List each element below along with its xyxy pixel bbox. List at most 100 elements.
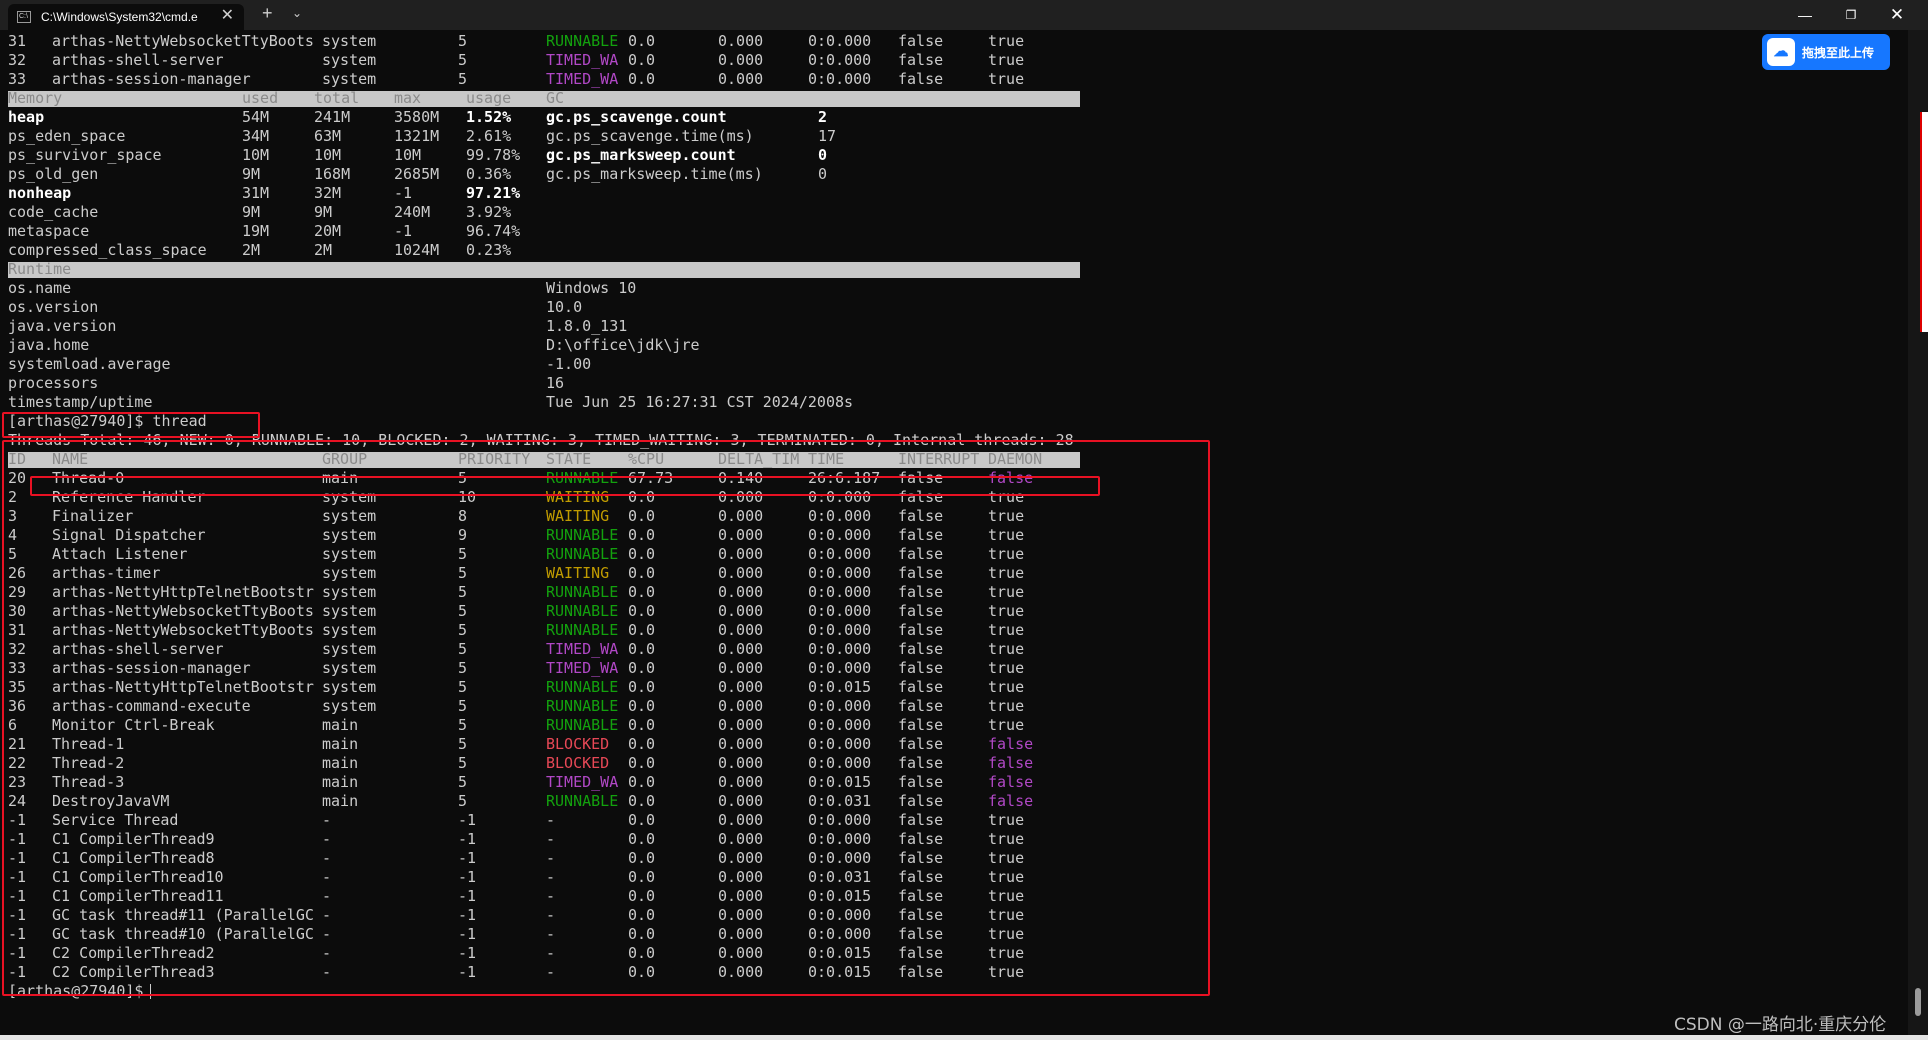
thread-name: arthas-shell-server [52,640,224,658]
thread-group: main [322,773,359,791]
close-tab-icon[interactable]: ✕ [221,7,234,25]
thread-id: -1 [8,830,27,848]
thread-interrupted: false [898,469,944,487]
runtime-value: Tue Jun 25 16:27:31 CST 2024/2008s [546,393,854,411]
thread-cpu: 67.73 [628,469,674,487]
header-bar-background [8,91,1080,107]
thread-name: arthas-NettyWebsocketTtyBoots [52,621,314,639]
memory-header-memory: Memory [8,89,63,107]
thread-group: main [322,735,359,753]
thread-interrupted: false [898,545,944,563]
prompt-text: [arthas@27940]$ [8,982,153,1000]
top-thread-row: 32 arthas-shell-server system 5 TIMED_WA 0.0 0… [0,51,1900,70]
memory-header-used: used [242,89,279,107]
thread-cpu: 0.0 [628,507,656,525]
scrollbar-thumb[interactable] [1915,988,1921,1016]
thread-time: 0:0.000 [808,583,872,601]
chevron-down-icon[interactable]: ⌄ [292,6,302,20]
runtime-value: 10.0 [546,298,583,316]
runtime-value: Windows 10 [546,279,637,297]
thread-row: 20 Thread-0 main 5 RUNNABLE 67.73 0.140 26:6.18… [0,469,1900,488]
thread-priority: 5 [458,621,468,639]
thread-priority: 5 [458,70,468,88]
thread-name: arthas-NettyWebsocketTtyBoots [52,32,314,50]
thread-cpu: 0.0 [628,564,656,582]
thread-priority: -1 [458,849,477,867]
thread-priority: 5 [458,583,468,601]
memory-max: 2685M [394,165,440,183]
thread-row: -1 C1 CompilerThread9 - -1 - 0.0 0.000 0:0.000 f… [0,830,1900,849]
memory-row: ps_survivor_space 10M 10M 10M 99.78% gc.ps_ma… [0,146,1900,165]
thread-id: 32 [8,640,27,658]
gc-value: 0 [818,165,828,183]
thread-daemon: false [988,792,1034,810]
thread-row: -1 C1 CompilerThread11 - -1 - 0.0 0.000 0:0.015… [0,887,1900,906]
thread-priority: 9 [458,526,468,544]
thread-time: 0:0.000 [808,545,872,563]
thread-delta-time: 0.000 [718,640,764,658]
memory-max: 240M [394,203,431,221]
thread-header-row: ID NAME GROUP PRIORITY STATE %CPU DELTA_TIM TIM… [0,450,1900,469]
thread-group: main [322,754,359,772]
restore-button[interactable]: ❐ [1828,0,1874,30]
memory-total: 2M [314,241,333,259]
new-tab-button[interactable]: + [262,3,273,24]
thread-name: Attach Listener [52,545,188,563]
thread-id: -1 [8,868,27,886]
thread-delta-time: 0.000 [718,70,764,88]
minimize-button[interactable]: — [1782,0,1828,30]
thread-name: Reference Handler [52,488,206,506]
runtime-key: java.version [8,317,117,335]
thread-name: arthas-timer [52,564,161,582]
upload-label: 拖拽至此上传 [1802,45,1875,60]
thread-group: main [322,792,359,810]
thread-time: 26:6.187 [808,469,881,487]
thread-time: 0:0.000 [808,659,872,677]
thread-time: 0:0.000 [808,564,872,582]
terminal-output[interactable]: 31 arthas-NettyWebsocketTtyBoots system 5 RU… [0,30,1908,1035]
thread-delta-time: 0.000 [718,583,764,601]
thread-id: -1 [8,906,27,924]
thread-cpu: 0.0 [628,849,656,867]
thread-name: C1 CompilerThread8 [52,849,215,867]
thread-row: 21 Thread-1 main 5 BLOCKED 0.0 0.000 0:0.000 fal… [0,735,1900,754]
runtime-row: java.version 1.8.0_131 [0,317,1900,336]
thread-interrupted: false [898,735,944,753]
thread-id: 21 [8,735,27,753]
thread-daemon: true [988,811,1025,829]
thread-name: arthas-NettyWebsocketTtyBoots [52,602,314,620]
thread-priority: -1 [458,963,477,981]
thread-group: - [322,849,332,867]
thread-group: system [322,32,377,50]
memory-header-total: total [314,89,360,107]
memory-row: metaspace 19M 20M -1 96.74% [0,222,1900,241]
thread-priority: 5 [458,469,468,487]
thread-delta-time: 0.000 [718,849,764,867]
thread-time: 0:0.000 [808,830,872,848]
thread-row: 4 Signal Dispatcher system 9 RUNNABLE 0.0 0.00… [0,526,1900,545]
thread-row: 35 arthas-NettyHttpTelnetBootstr system 5 RU… [0,678,1900,697]
upload-widget[interactable]: ☁ 拖拽至此上传 [1762,34,1890,70]
close-window-button[interactable]: ✕ [1874,0,1920,30]
thread-priority: -1 [458,868,477,886]
memory-max: 1321M [394,127,440,145]
thread-daemon: true [988,963,1025,981]
thread-interrupted: false [898,583,944,601]
thread-cpu: 0.0 [628,963,656,981]
tab-cmd[interactable]: C:\ C:\Windows\System32\cmd.e ✕ [8,4,244,30]
memory-usage: 96.74% [466,222,521,240]
thread-row: 22 Thread-2 main 5 BLOCKED 0.0 0.000 0:0.000 fal… [0,754,1900,773]
thread-id: 22 [8,754,27,772]
gc-name: gc.ps_scavenge.time(ms) [546,127,754,145]
thread-priority: 5 [458,773,468,791]
thread-cpu: 0.0 [628,925,656,943]
thread-name: arthas-NettyHttpTelnetBootstr [52,678,314,696]
memory-total: 10M [314,146,342,164]
thread-state: TIMED_WA [546,51,619,69]
thread-name: arthas-command-execute [52,697,251,715]
thread-priority: 5 [458,716,468,734]
memory-used: 10M [242,146,270,164]
thread-time: 0:0.000 [808,70,872,88]
memory-used: 9M [242,165,261,183]
header-bar-background [8,262,1080,278]
